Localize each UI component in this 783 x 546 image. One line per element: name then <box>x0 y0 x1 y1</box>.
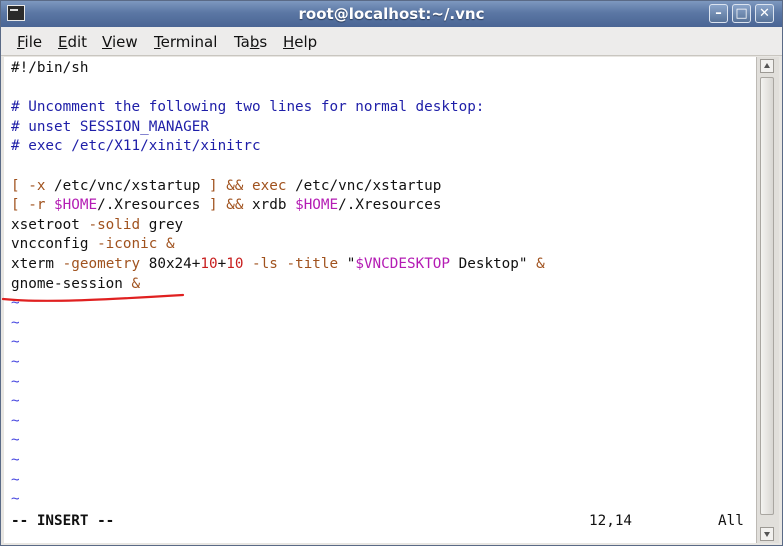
code-token: & <box>165 236 175 253</box>
scrollbar-thumb[interactable] <box>760 77 774 515</box>
code-token: /etc/vnc/xstartup <box>295 177 442 194</box>
menu-view-text-u: V <box>102 33 112 51</box>
empty-buffer-tilde: ~ <box>11 452 20 468</box>
code-token: $HOME <box>295 197 339 214</box>
terminal-window: root@localhost:~/.vnc – □ ✕ File Edit View… <box>0 0 783 546</box>
menu-tabs-text-pre: Ta <box>234 33 250 51</box>
code-token: 10 <box>200 256 218 272</box>
code-token: 80x24+ <box>148 256 201 272</box>
red-underline-annotation <box>1 293 185 302</box>
menu-edit[interactable]: Edit <box>58 33 87 51</box>
code-token: 10 <box>226 256 244 272</box>
menu-terminal[interactable]: Terminal <box>154 33 217 51</box>
status-mode: -- INSERT -- <box>11 512 115 529</box>
code-token: -geometry <box>62 256 149 272</box>
code-line: vncconfig -iconic & <box>11 234 175 254</box>
code-token: vncconfig <box>11 236 98 253</box>
window-title: root@localhost:~/.vnc <box>298 5 485 23</box>
code-line: # exec /etc/X11/xinit/xinitrc <box>11 136 261 156</box>
code-line: # Uncomment the following two lines for … <box>11 97 484 117</box>
maximize-button[interactable]: □ <box>732 4 751 23</box>
code-token: # Uncomment the following two lines for … <box>11 99 485 116</box>
menu-file[interactable]: File <box>17 33 42 51</box>
code-line: xsetroot -solid grey <box>11 215 183 235</box>
code-line: [ -r $HOME/.Xresources ] && xrdb $HOME/.… <box>11 195 441 215</box>
code-token: xterm <box>11 256 63 272</box>
code-token: /.Xresources <box>97 197 209 214</box>
code-token: ] && <box>209 197 253 214</box>
menu-file-text-u: F <box>17 33 25 51</box>
code-token: xsetroot <box>11 216 89 233</box>
menu-tabs-text-u: b <box>249 33 260 51</box>
code-token: #!/bin/sh <box>11 60 89 76</box>
menu-file-text-post: ile <box>24 33 43 51</box>
code-token: -ls -title <box>243 256 347 272</box>
menu-help-text-u: H <box>283 33 295 51</box>
code-line: #!/bin/sh <box>11 58 88 78</box>
scroll-up-arrow-icon[interactable] <box>760 59 774 73</box>
close-button[interactable]: ✕ <box>755 4 774 23</box>
empty-buffer-tilde: ~ <box>11 314 20 331</box>
menu-tabs-text-post: s <box>259 33 268 51</box>
code-token: /etc/vnc/xstartup <box>54 177 209 194</box>
menu-view[interactable]: View <box>102 33 138 51</box>
code-token: -iconic <box>97 236 166 253</box>
code-token: ] && exec <box>208 177 296 194</box>
code-token: & <box>527 256 545 272</box>
scroll-down-arrow-icon[interactable] <box>760 527 774 541</box>
empty-buffer-tilde: ~ <box>11 373 20 390</box>
code-token: -solid <box>88 216 149 233</box>
empty-buffer-tilde: ~ <box>11 432 20 449</box>
code-token: # unset SESSION_MANAGER <box>11 118 209 135</box>
code-token: " <box>518 256 528 272</box>
menu-edit-text-post: dit <box>67 33 88 51</box>
menu-bar: File Edit View Terminal Tabs Help <box>1 27 782 56</box>
empty-buffer-tilde: ~ <box>11 334 20 351</box>
empty-buffer-tilde: ~ <box>11 354 20 370</box>
empty-buffer-tilde: ~ <box>11 491 20 508</box>
code-line: # unset SESSION_MANAGER <box>11 117 209 137</box>
menu-terminal-text-u: T <box>154 33 161 51</box>
minimize-button[interactable]: – <box>709 4 728 23</box>
code-token: Desktop <box>450 256 519 272</box>
code-token: [ -x <box>11 177 55 194</box>
vertical-scrollbar[interactable] <box>756 57 779 543</box>
empty-buffer-tilde: ~ <box>11 393 20 410</box>
menu-help[interactable]: Help <box>283 33 317 51</box>
menu-view-text-post: iew <box>111 33 138 51</box>
code-line: [ -x /etc/vnc/xstartup ] && exec /etc/vn… <box>11 176 441 196</box>
title-bar[interactable]: root@localhost:~/.vnc – □ ✕ <box>1 1 782 27</box>
underline-stroke <box>1 293 185 302</box>
code-token: xrdb <box>252 197 296 214</box>
code-token: $VNCDESKTOP <box>355 256 451 272</box>
code-token: # exec /etc/X11/xinit/xinitrc <box>11 138 261 155</box>
menu-help-text-post: elp <box>294 33 318 51</box>
code-line: xterm -geometry 80x24+10+10 -ls -title "… <box>11 254 545 274</box>
code-token: /.Xresources <box>338 197 442 214</box>
code-token: $HOME <box>54 197 98 214</box>
menu-terminal-text-post: erminal <box>160 33 218 51</box>
empty-buffer-tilde: ~ <box>11 412 20 429</box>
code-token: grey <box>148 216 184 233</box>
code-token: [ -r <box>11 197 55 214</box>
code-token: + <box>217 256 227 272</box>
empty-buffer-tilde: ~ <box>11 471 20 488</box>
menu-tabs[interactable]: Tabs <box>234 33 267 51</box>
status-scroll: All <box>718 512 744 529</box>
status-position: 12,14 <box>589 512 633 529</box>
